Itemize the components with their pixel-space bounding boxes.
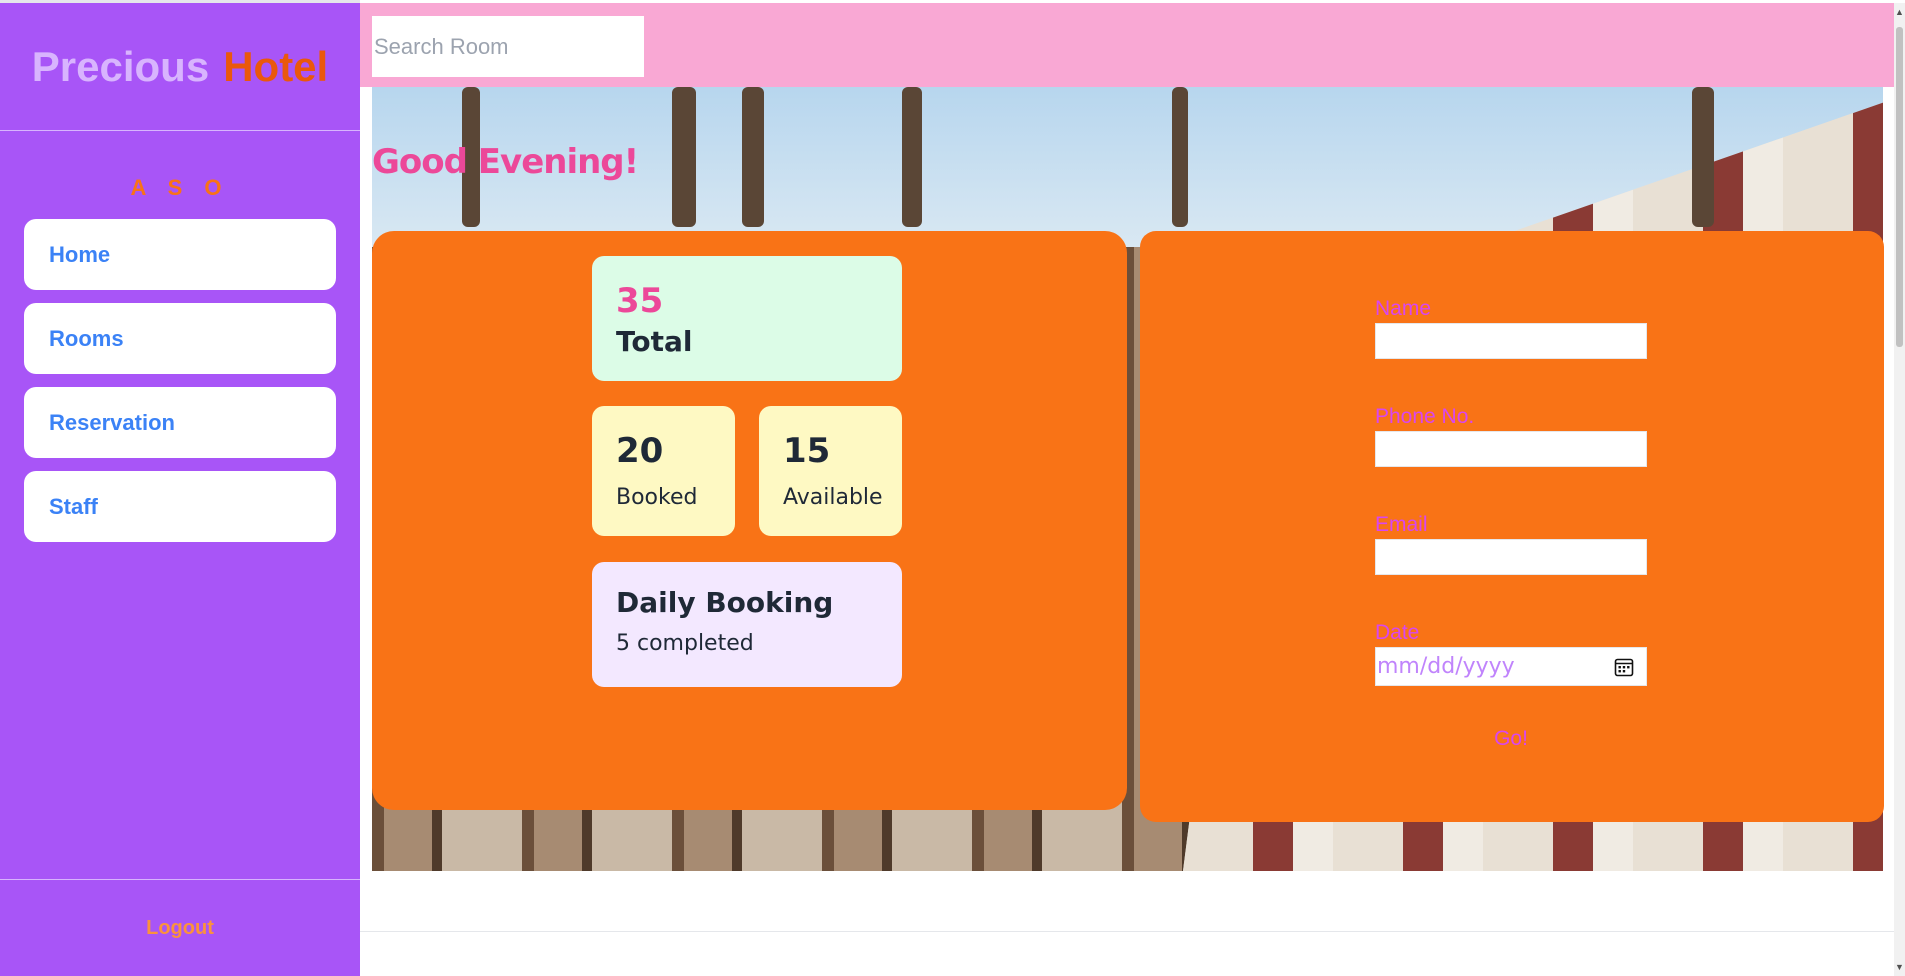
booking-form-panel: Name Phone No. Email Date mm/dd/yyyy Go! (1140, 231, 1884, 822)
total-rooms-label: Total (616, 325, 693, 358)
calendar-icon[interactable] (1614, 657, 1634, 677)
date-placeholder: mm/dd/yyyy (1377, 654, 1515, 679)
total-rooms-value: 35 (616, 281, 664, 321)
greeting: Good Evening! (372, 142, 639, 182)
total-rooms-card: 35 Total (592, 256, 902, 381)
brand-name-part1: Precious (31, 42, 210, 90)
daily-booking-count: 5 completed (616, 631, 754, 656)
palm-trunk (1692, 87, 1714, 227)
daily-booking-card: Daily Booking 5 completed (592, 562, 902, 687)
sidebar-nav: Home Rooms Reservation Staff (0, 219, 360, 542)
email-label: Email (1375, 513, 1428, 536)
email-field[interactable] (1375, 539, 1647, 575)
stats-panel: 35 Total 20 Booked 15 Available Daily Bo… (372, 231, 1127, 810)
booking-form: Name Phone No. Email Date mm/dd/yyyy Go! (1375, 297, 1647, 752)
booked-rooms-value: 20 (616, 431, 664, 471)
date-label: Date (1375, 621, 1420, 644)
booked-rooms-label: Booked (616, 485, 698, 510)
daily-booking-title: Daily Booking (616, 586, 834, 619)
palm-trunk (672, 87, 696, 227)
user-initials: A S O (130, 175, 230, 200)
top-bar (360, 3, 1894, 87)
brand-logo: Precious Hotel (0, 3, 360, 131)
available-rooms-value: 15 (783, 431, 831, 471)
sidebar-item-home[interactable]: Home (24, 219, 336, 290)
available-rooms-card: 15 Available (759, 406, 902, 536)
brand-name-part2: Hotel (223, 42, 329, 90)
palm-trunk (742, 87, 764, 227)
scrollbar[interactable]: ▲ ▼ (1894, 3, 1905, 976)
scroll-down-arrow-icon[interactable]: ▼ (1894, 960, 1905, 974)
sidebar-item-staff[interactable]: Staff (24, 471, 336, 542)
booked-rooms-card: 20 Booked (592, 406, 735, 536)
search-room-input[interactable] (372, 16, 644, 77)
sidebar: Precious Hotel A S O Home Rooms Reservat… (0, 0, 360, 976)
logout-button[interactable]: Logout (0, 879, 360, 976)
phone-field[interactable] (1375, 431, 1647, 467)
palm-trunk (902, 87, 922, 227)
phone-label: Phone No. (1375, 405, 1475, 428)
scroll-thumb[interactable] (1896, 27, 1903, 347)
palm-trunk (1172, 87, 1188, 227)
scroll-up-arrow-icon[interactable]: ▲ (1894, 5, 1905, 19)
go-button[interactable]: Go! (1488, 726, 1534, 752)
content-divider (360, 931, 1894, 932)
sidebar-item-reservation[interactable]: Reservation (24, 387, 336, 458)
name-field[interactable] (1375, 323, 1647, 359)
date-field[interactable]: mm/dd/yyyy (1375, 647, 1647, 686)
available-rooms-label: Available (783, 485, 883, 510)
sidebar-item-rooms[interactable]: Rooms (24, 303, 336, 374)
name-label: Name (1375, 297, 1432, 320)
